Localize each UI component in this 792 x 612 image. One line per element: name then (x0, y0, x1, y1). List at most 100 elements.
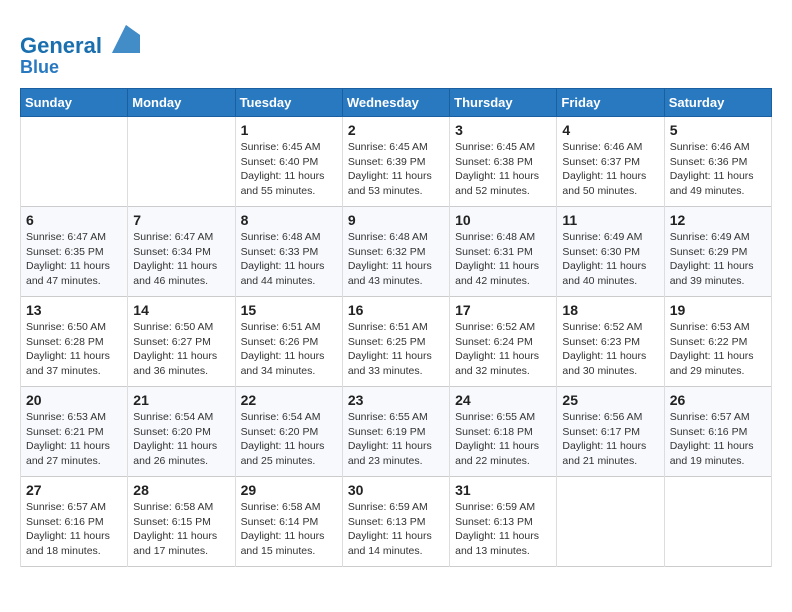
day-number: 15 (241, 302, 337, 318)
day-info: Sunrise: 6:53 AM Sunset: 6:21 PM Dayligh… (26, 410, 122, 469)
calendar-table: SundayMondayTuesdayWednesdayThursdayFrid… (20, 88, 772, 567)
header-day-tuesday: Tuesday (235, 88, 342, 116)
day-cell: 26Sunrise: 6:57 AM Sunset: 6:16 PM Dayli… (664, 386, 771, 476)
day-number: 25 (562, 392, 658, 408)
header-day-monday: Monday (128, 88, 235, 116)
day-info: Sunrise: 6:47 AM Sunset: 6:35 PM Dayligh… (26, 230, 122, 289)
day-info: Sunrise: 6:55 AM Sunset: 6:18 PM Dayligh… (455, 410, 551, 469)
day-info: Sunrise: 6:51 AM Sunset: 6:26 PM Dayligh… (241, 320, 337, 379)
day-number: 11 (562, 212, 658, 228)
day-cell: 3 Sunrise: 6:45 AM Sunset: 6:38 PM Daylig… (450, 116, 557, 206)
day-number: 28 (133, 482, 229, 498)
logo: General Blue (20, 25, 140, 78)
day-info: Sunrise: 6:45 AM Sunset: 6:39 PM Dayligh… (348, 140, 444, 199)
calendar-header: SundayMondayTuesdayWednesdayThursdayFrid… (21, 88, 772, 116)
header-row: SundayMondayTuesdayWednesdayThursdayFrid… (21, 88, 772, 116)
day-cell: 6 Sunrise: 6:47 AM Sunset: 6:35 PM Daylig… (21, 206, 128, 296)
day-cell: 15 Sunrise: 6:51 AM Sunset: 6:26 PM Dayli… (235, 296, 342, 386)
day-info: Sunrise: 6:48 AM Sunset: 6:33 PM Dayligh… (241, 230, 337, 289)
day-cell: 21Sunrise: 6:54 AM Sunset: 6:20 PM Dayli… (128, 386, 235, 476)
day-info: Sunrise: 6:56 AM Sunset: 6:17 PM Dayligh… (562, 410, 658, 469)
week-row-4: 20 Sunrise: 6:53 AM Sunset: 6:21 PM Dayli… (21, 386, 772, 476)
day-cell (128, 116, 235, 206)
day-cell: 29Sunrise: 6:58 AM Sunset: 6:14 PM Dayli… (235, 476, 342, 566)
logo-blue: Blue (20, 58, 140, 78)
day-number: 30 (348, 482, 444, 498)
day-cell: 7 Sunrise: 6:47 AM Sunset: 6:34 PM Daylig… (128, 206, 235, 296)
logo-icon (112, 25, 140, 53)
logo-text: General (20, 25, 140, 58)
day-info: Sunrise: 6:52 AM Sunset: 6:24 PM Dayligh… (455, 320, 551, 379)
day-cell: 9 Sunrise: 6:48 AM Sunset: 6:32 PM Daylig… (342, 206, 449, 296)
day-number: 7 (133, 212, 229, 228)
day-number: 22 (241, 392, 337, 408)
day-number: 29 (241, 482, 337, 498)
day-number: 20 (26, 392, 122, 408)
day-info: Sunrise: 6:52 AM Sunset: 6:23 PM Dayligh… (562, 320, 658, 379)
day-cell: 24Sunrise: 6:55 AM Sunset: 6:18 PM Dayli… (450, 386, 557, 476)
day-info: Sunrise: 6:45 AM Sunset: 6:40 PM Dayligh… (241, 140, 337, 199)
day-number: 10 (455, 212, 551, 228)
day-cell: 12 Sunrise: 6:49 AM Sunset: 6:29 PM Dayli… (664, 206, 771, 296)
page-header: General Blue (20, 20, 772, 78)
day-number: 5 (670, 122, 766, 138)
day-info: Sunrise: 6:58 AM Sunset: 6:15 PM Dayligh… (133, 500, 229, 559)
logo-general: General (20, 33, 102, 58)
day-info: Sunrise: 6:51 AM Sunset: 6:25 PM Dayligh… (348, 320, 444, 379)
day-cell: 2 Sunrise: 6:45 AM Sunset: 6:39 PM Daylig… (342, 116, 449, 206)
day-cell: 16 Sunrise: 6:51 AM Sunset: 6:25 PM Dayli… (342, 296, 449, 386)
day-number: 16 (348, 302, 444, 318)
day-cell (21, 116, 128, 206)
day-cell: 8 Sunrise: 6:48 AM Sunset: 6:33 PM Daylig… (235, 206, 342, 296)
day-info: Sunrise: 6:54 AM Sunset: 6:20 PM Dayligh… (133, 410, 229, 469)
day-cell: 14Sunrise: 6:50 AM Sunset: 6:27 PM Dayli… (128, 296, 235, 386)
day-cell: 18Sunrise: 6:52 AM Sunset: 6:23 PM Dayli… (557, 296, 664, 386)
day-cell: 30Sunrise: 6:59 AM Sunset: 6:13 PM Dayli… (342, 476, 449, 566)
day-cell: 17 Sunrise: 6:52 AM Sunset: 6:24 PM Dayli… (450, 296, 557, 386)
day-cell: 4Sunrise: 6:46 AM Sunset: 6:37 PM Daylig… (557, 116, 664, 206)
header-day-friday: Friday (557, 88, 664, 116)
day-info: Sunrise: 6:49 AM Sunset: 6:29 PM Dayligh… (670, 230, 766, 289)
week-row-5: 27Sunrise: 6:57 AM Sunset: 6:16 PM Dayli… (21, 476, 772, 566)
day-cell: 20 Sunrise: 6:53 AM Sunset: 6:21 PM Dayli… (21, 386, 128, 476)
day-info: Sunrise: 6:48 AM Sunset: 6:31 PM Dayligh… (455, 230, 551, 289)
day-cell: 28 Sunrise: 6:58 AM Sunset: 6:15 PM Dayli… (128, 476, 235, 566)
day-number: 23 (348, 392, 444, 408)
day-info: Sunrise: 6:55 AM Sunset: 6:19 PM Dayligh… (348, 410, 444, 469)
day-cell: 22 Sunrise: 6:54 AM Sunset: 6:20 PM Dayli… (235, 386, 342, 476)
day-info: Sunrise: 6:59 AM Sunset: 6:13 PM Dayligh… (455, 500, 551, 559)
day-info: Sunrise: 6:47 AM Sunset: 6:34 PM Dayligh… (133, 230, 229, 289)
header-day-thursday: Thursday (450, 88, 557, 116)
day-info: Sunrise: 6:46 AM Sunset: 6:36 PM Dayligh… (670, 140, 766, 199)
day-number: 8 (241, 212, 337, 228)
calendar-body: 1Sunrise: 6:45 AM Sunset: 6:40 PM Daylig… (21, 116, 772, 566)
day-number: 3 (455, 122, 551, 138)
day-info: Sunrise: 6:57 AM Sunset: 6:16 PM Dayligh… (26, 500, 122, 559)
day-number: 12 (670, 212, 766, 228)
day-cell: 5 Sunrise: 6:46 AM Sunset: 6:36 PM Daylig… (664, 116, 771, 206)
header-day-saturday: Saturday (664, 88, 771, 116)
day-number: 26 (670, 392, 766, 408)
day-info: Sunrise: 6:54 AM Sunset: 6:20 PM Dayligh… (241, 410, 337, 469)
day-info: Sunrise: 6:45 AM Sunset: 6:38 PM Dayligh… (455, 140, 551, 199)
day-number: 13 (26, 302, 122, 318)
day-info: Sunrise: 6:53 AM Sunset: 6:22 PM Dayligh… (670, 320, 766, 379)
week-row-3: 13Sunrise: 6:50 AM Sunset: 6:28 PM Dayli… (21, 296, 772, 386)
day-number: 6 (26, 212, 122, 228)
week-row-2: 6 Sunrise: 6:47 AM Sunset: 6:35 PM Daylig… (21, 206, 772, 296)
day-number: 31 (455, 482, 551, 498)
day-number: 19 (670, 302, 766, 318)
day-cell: 27Sunrise: 6:57 AM Sunset: 6:16 PM Dayli… (21, 476, 128, 566)
day-info: Sunrise: 6:48 AM Sunset: 6:32 PM Dayligh… (348, 230, 444, 289)
day-cell: 19 Sunrise: 6:53 AM Sunset: 6:22 PM Dayli… (664, 296, 771, 386)
header-day-wednesday: Wednesday (342, 88, 449, 116)
day-number: 9 (348, 212, 444, 228)
day-info: Sunrise: 6:50 AM Sunset: 6:27 PM Dayligh… (133, 320, 229, 379)
day-info: Sunrise: 6:49 AM Sunset: 6:30 PM Dayligh… (562, 230, 658, 289)
day-number: 2 (348, 122, 444, 138)
day-cell (664, 476, 771, 566)
day-info: Sunrise: 6:46 AM Sunset: 6:37 PM Dayligh… (562, 140, 658, 199)
day-cell: 1Sunrise: 6:45 AM Sunset: 6:40 PM Daylig… (235, 116, 342, 206)
day-number: 17 (455, 302, 551, 318)
day-cell: 13Sunrise: 6:50 AM Sunset: 6:28 PM Dayli… (21, 296, 128, 386)
